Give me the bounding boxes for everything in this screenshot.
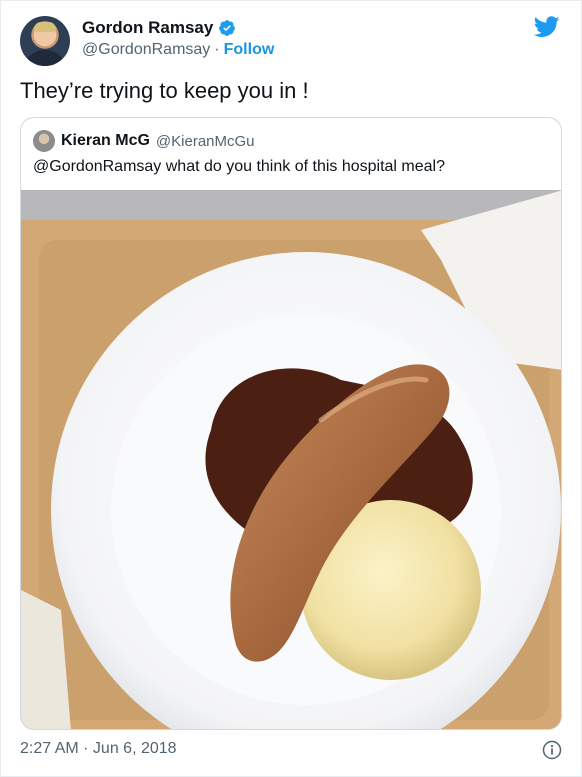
quoted-author-handle[interactable]: @KieranMcGu — [156, 133, 255, 150]
quoted-author-name[interactable]: Kieran McG — [61, 132, 150, 150]
author-handle[interactable]: @GordonRamsay — [82, 41, 210, 58]
tweet-text: They’re trying to keep you in ! — [20, 78, 309, 103]
tweet-timestamp[interactable]: 2:27 AM · Jun 6, 2018 — [20, 740, 177, 758]
quoted-tweet-text: @GordonRamsay what do you think of this … — [33, 158, 446, 175]
author-handle-line: @GordonRamsay · Follow — [82, 41, 274, 59]
quoted-tweet[interactable]: Kieran McG @KieranMcGu @GordonRamsay wha… — [20, 117, 562, 730]
tweet-header: Gordon Ramsay @GordonRamsay · Follow — [20, 14, 560, 68]
verified-badge-icon — [219, 20, 236, 36]
quoted-author-avatar[interactable] — [33, 130, 55, 152]
quoted-tweet-header: Kieran McG @KieranMcGu — [33, 130, 255, 152]
separator-dot: · — [214, 41, 220, 58]
author-name-line: Gordon Ramsay — [82, 18, 236, 38]
twitter-bird-icon[interactable] — [534, 16, 560, 38]
follow-button[interactable]: Follow — [224, 41, 275, 58]
author-display-name[interactable]: Gordon Ramsay — [82, 18, 213, 38]
author-avatar[interactable] — [20, 16, 70, 66]
info-icon[interactable] — [542, 740, 562, 760]
meal-photo[interactable] — [21, 190, 562, 730]
tweet-card: Gordon Ramsay @GordonRamsay · Follow They’… — [0, 0, 582, 777]
